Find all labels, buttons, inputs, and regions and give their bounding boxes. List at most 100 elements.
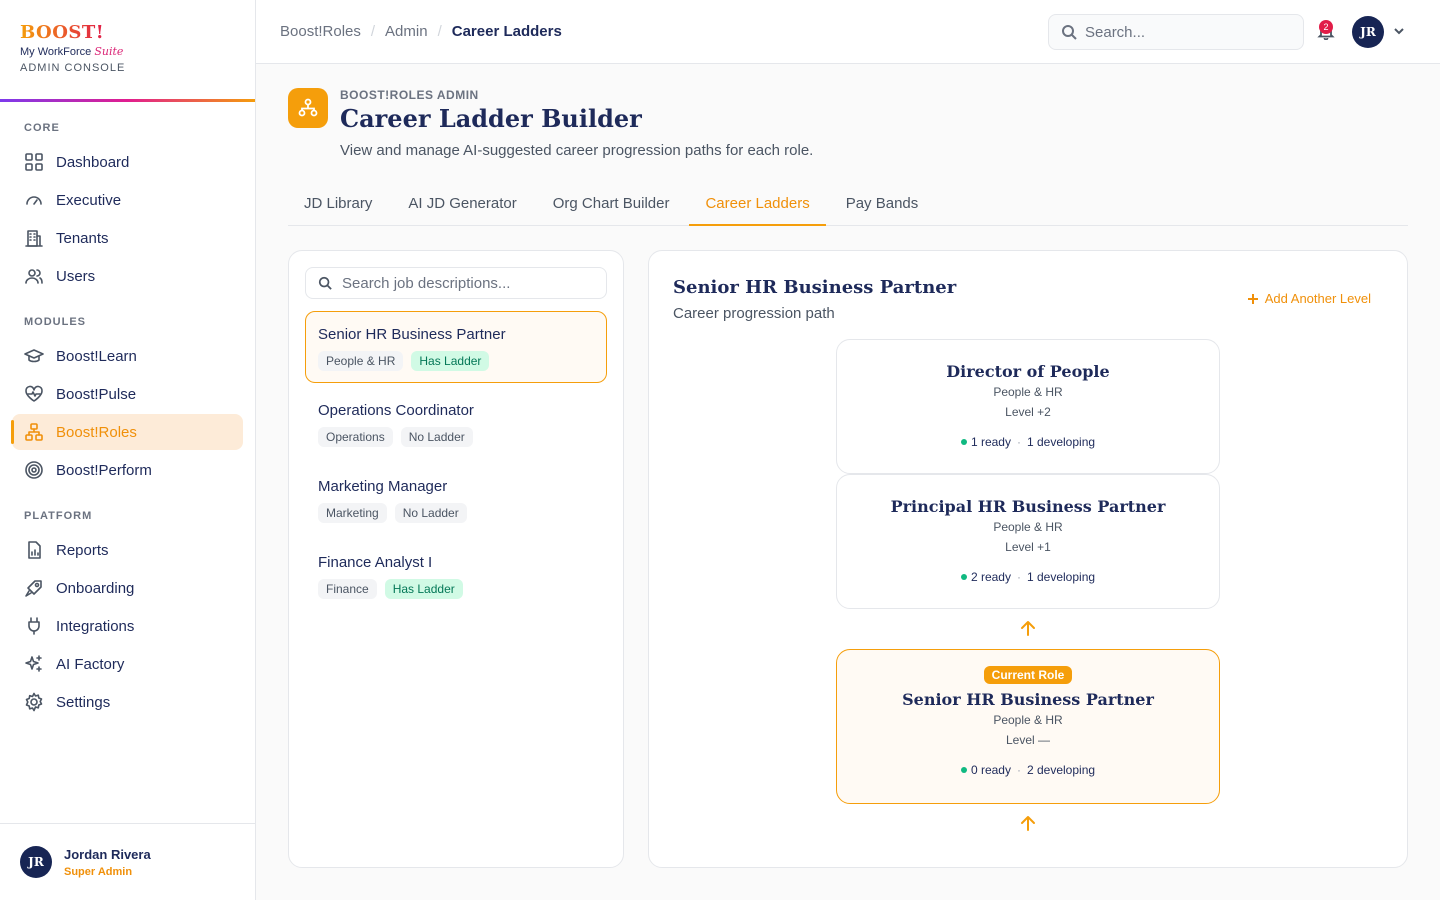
current-user[interactable]: JR Jordan Rivera Super Admin <box>0 823 255 900</box>
add-level-button[interactable]: Add Another Level <box>1247 291 1371 306</box>
add-level-label: Add Another Level <box>1264 291 1371 306</box>
tab-org-chart-builder[interactable]: Org Chart Builder <box>537 182 686 226</box>
brand-console-label: ADMIN CONSOLE <box>20 62 126 74</box>
ladder-title: Senior HR Business Partner <box>673 277 957 298</box>
current-role-card[interactable]: Current Role Senior HR Business Partner … <box>836 649 1220 804</box>
level-title: Senior HR Business Partner <box>902 690 1154 709</box>
nav-heading-modules: MODULES <box>24 316 86 328</box>
separator-dot: · <box>1016 435 1021 449</box>
sidebar-item-executive[interactable]: Executive <box>12 182 243 218</box>
brand-logo[interactable]: BOOST! <box>20 22 104 43</box>
level-offset: Level — <box>1005 733 1051 747</box>
sidebar-item-boost-roles[interactable]: Boost!Roles <box>11 414 243 450</box>
readiness-status: 0 ready · 2 developing <box>960 763 1095 777</box>
users-icon <box>25 269 43 284</box>
sidebar-item-tenants[interactable]: Tenants <box>12 220 243 256</box>
graduation-cap-icon <box>24 349 44 363</box>
ready-dot <box>960 439 967 445</box>
nav-core: CORE Dashboard Executive Tenants Users <box>0 102 255 294</box>
user-menu-toggle[interactable] <box>1392 24 1408 40</box>
tab-ai-jd-generator[interactable]: AI JD Generator <box>392 182 532 226</box>
list-item[interactable]: Senior HR Business Partner People & HR H… <box>305 311 607 383</box>
plus-icon <box>1247 293 1258 304</box>
level-offset: Level +1 <box>1005 540 1051 554</box>
level-offset: Level +2 <box>1005 405 1051 419</box>
level-department: People & HR <box>993 713 1063 727</box>
separator-dot: · <box>1016 763 1021 777</box>
sidebar-item-label: Integrations <box>56 617 135 635</box>
sidebar-item-dashboard[interactable]: Dashboard <box>12 144 243 180</box>
avatar: JR <box>20 846 52 878</box>
building-icon <box>25 230 43 247</box>
global-search[interactable] <box>1048 14 1304 50</box>
sidebar-item-label: Users <box>56 267 96 285</box>
sidebar-item-boost-learn[interactable]: Boost!Learn <box>12 338 243 374</box>
status-badge: No Ladder <box>400 427 473 447</box>
department-tag: People & HR <box>318 351 404 371</box>
heart-pulse-icon <box>25 385 43 402</box>
department-tag: Finance <box>318 579 377 599</box>
tab-pay-bands[interactable]: Pay Bands <box>830 182 935 226</box>
breadcrumb: Boost!Roles / Admin / Career Ladders <box>280 23 562 40</box>
sidebar-item-label: AI Factory <box>56 655 125 673</box>
sidebar-item-onboarding[interactable]: Onboarding <box>12 570 243 606</box>
sidebar-item-label: Boost!Learn <box>56 347 137 365</box>
sidebar-item-users[interactable]: Users <box>12 258 243 294</box>
department-tag: Marketing <box>318 503 387 523</box>
breadcrumb-item-boost-roles[interactable]: Boost!Roles <box>280 23 361 40</box>
ladder-level-card[interactable]: Director of People People & HR Level +2 … <box>836 339 1220 474</box>
readiness-status: 2 ready · 1 developing <box>960 570 1095 584</box>
brand-subtitle: My WorkForce Suite <box>20 45 124 58</box>
career-ladder-panel: Senior HR Business Partner Career progre… <box>648 250 1408 868</box>
topbar: Boost!Roles / Admin / Career Ladders 2 J… <box>256 0 1440 64</box>
tab-bar: JD Library AI JD Generator Org Chart Bui… <box>288 182 1408 226</box>
list-item[interactable]: Finance Analyst I Finance Has Ladder <box>305 539 607 611</box>
current-role-badge: Current Role <box>983 666 1073 684</box>
sidebar-item-boost-pulse[interactable]: Boost!Pulse <box>12 376 243 412</box>
jd-title: Operations Coordinator <box>318 402 474 419</box>
notification-count-badge: 2 <box>1319 20 1333 34</box>
sidebar-item-label: Onboarding <box>56 579 135 597</box>
list-item[interactable]: Operations Coordinator Operations No Lad… <box>305 387 607 459</box>
status-badge: Has Ladder <box>411 351 490 371</box>
level-department: People & HR <box>993 385 1063 399</box>
department-tag: Operations <box>318 427 393 447</box>
org-chart-icon <box>298 98 318 117</box>
sidebar-item-label: Boost!Pulse <box>56 385 137 403</box>
list-item[interactable]: Marketing Manager Marketing No Ladder <box>305 463 607 535</box>
jd-search[interactable] <box>305 267 607 299</box>
job-description-list: Senior HR Business Partner People & HR H… <box>288 250 624 868</box>
brand-suite: Suite <box>94 45 124 58</box>
readiness-status: 1 ready · 1 developing <box>960 435 1096 449</box>
tab-jd-library[interactable]: JD Library <box>288 182 388 226</box>
notifications-button[interactable]: 2 <box>1317 20 1335 41</box>
developing-count: 1 developing <box>1026 435 1096 449</box>
jd-title: Senior HR Business Partner <box>318 326 506 343</box>
ready-dot <box>960 574 967 580</box>
sidebar-item-ai-factory[interactable]: AI Factory <box>12 646 243 682</box>
avatar[interactable]: JR <box>1352 16 1384 48</box>
ladder-level-card[interactable]: Principal HR Business Partner People & H… <box>836 474 1220 609</box>
nav-platform: PLATFORM Reports Onboarding Integrations… <box>0 490 255 720</box>
jd-search-input[interactable] <box>342 274 592 292</box>
target-icon <box>25 461 43 479</box>
sidebar-item-reports[interactable]: Reports <box>12 532 243 568</box>
breadcrumb-separator: / <box>437 23 442 40</box>
grid-icon <box>25 153 43 171</box>
sidebar-item-label: Boost!Perform <box>56 461 152 479</box>
search-input[interactable] <box>1085 23 1285 41</box>
status-badge: Has Ladder <box>384 579 463 599</box>
page-icon <box>288 88 328 128</box>
sidebar-item-settings[interactable]: Settings <box>12 684 243 720</box>
tab-career-ladders[interactable]: Career Ladders <box>689 182 826 226</box>
ready-count: 1 ready <box>970 435 1011 449</box>
user-role: Super Admin <box>64 865 133 878</box>
sidebar-item-boost-perform[interactable]: Boost!Perform <box>12 452 243 488</box>
sidebar: BOOST! My WorkForce Suite ADMIN CONSOLE … <box>0 0 256 900</box>
breadcrumb-item-admin[interactable]: Admin <box>385 23 428 40</box>
jd-title: Finance Analyst I <box>318 554 433 571</box>
ready-count: 0 ready <box>970 763 1011 777</box>
sidebar-item-label: Tenants <box>56 229 109 247</box>
sidebar-item-integrations[interactable]: Integrations <box>12 608 243 644</box>
page-eyebrow: BOOST!ROLES ADMIN <box>340 88 479 102</box>
